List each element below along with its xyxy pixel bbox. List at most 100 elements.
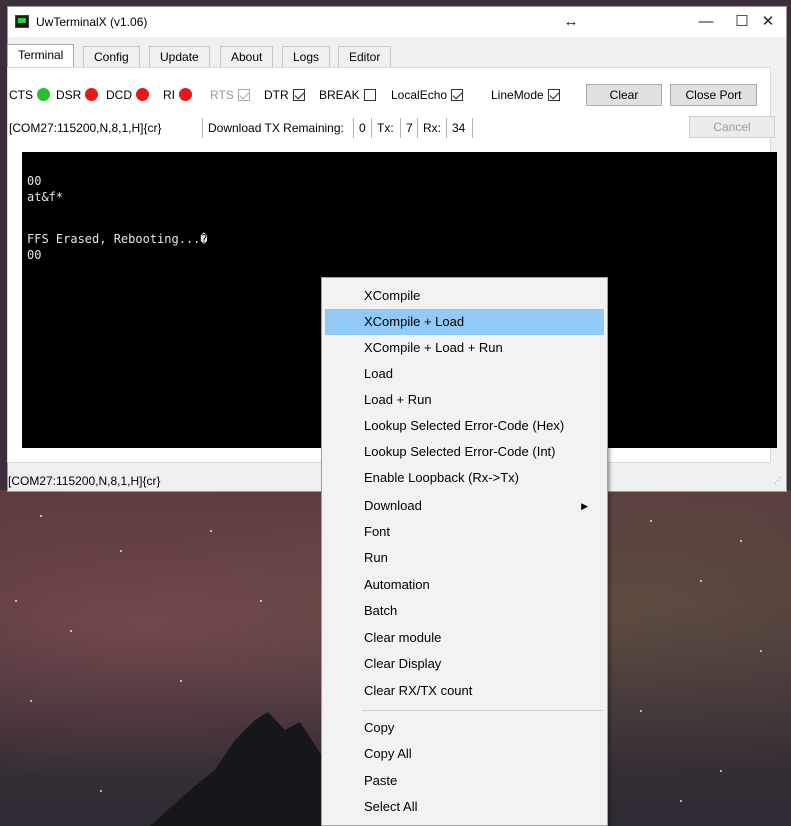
terminal-line: 00 [27,174,42,188]
menu-item-label: Load [364,366,393,381]
menu-item-label: Paste [364,773,398,788]
linemode-label: LineMode [491,88,544,102]
cancel-button[interactable]: Cancel [689,116,775,138]
menu-item-label: XCompile + Load [364,314,465,329]
menu-item-clear-display[interactable]: Clear Display [325,651,604,677]
dsr-indicator: DSR [56,88,99,102]
menu-item-label: Font [364,524,391,539]
separator [400,118,401,138]
context-menu: XCompile XCompile + Load XCompile + Load… [321,277,608,826]
dtr-check-icon [292,89,305,101]
menu-item-label: Batch [364,603,398,618]
download-remaining-value: 0 [359,121,366,135]
tab-about[interactable]: About [220,46,274,67]
menu-item-label: XCompile [364,288,421,303]
ri-led-icon [179,88,192,101]
dtr-label: DTR [264,88,289,102]
menu-item-copy[interactable]: Copy [325,715,604,741]
menu-item-label: Copy All [364,746,412,761]
window-title: UwTerminalX (v1.06) [36,15,148,29]
menu-item-label: Clear Display [364,656,442,671]
menu-item-label: Download [364,498,422,513]
menu-item-lookup-hex[interactable]: Lookup Selected Error-Code (Hex) [325,413,604,439]
break-label: BREAK [319,88,360,102]
separator [446,118,447,138]
terminal-line: FFS Erased, Rebooting...� [27,232,208,246]
menu-item-label: Clear module [364,630,442,645]
close-button[interactable]: ✕ [750,10,786,34]
menu-separator [362,710,603,711]
menu-item-clear-module[interactable]: Clear module [325,625,604,651]
rts-check-icon [237,89,250,101]
rts-checkbox[interactable]: RTS [210,88,250,102]
menu-item-font[interactable]: Font [325,519,604,545]
separator [371,118,372,138]
rx-value: 34 [452,121,466,135]
menu-item-load[interactable]: Load [325,361,604,387]
title-bar[interactable]: UwTerminalX (v1.06) ↔ — ☐ ✕ [8,7,786,37]
menu-item-download[interactable]: Download ▶ [325,493,604,519]
status-text: [COM27:115200,N,8,1,H]{cr} [8,474,161,488]
menu-item-load-run[interactable]: Load + Run [325,387,604,413]
menu-item-label: Run [364,550,388,565]
resize-arrow-icon: ↔ [563,13,579,30]
menu-item-batch[interactable]: Batch [325,598,604,624]
menu-item-xcompile-load-run[interactable]: XCompile + Load + Run [325,335,604,361]
separator [417,118,418,138]
dsr-label: DSR [56,88,82,102]
terminal-line: at&f* [27,190,64,204]
tab-config[interactable]: Config [83,46,140,67]
tab-editor[interactable]: Editor [338,46,392,67]
tab-update[interactable]: Update [149,46,210,67]
localecho-check-icon [451,89,464,101]
menu-item-run[interactable]: Run [325,545,604,571]
ri-label: RI [163,88,175,102]
menu-item-xcompile[interactable]: XCompile [325,283,604,309]
menu-item-label: Enable Loopback (Rx->Tx) [364,470,519,485]
dcd-led-icon [136,88,149,101]
cts-label: CTS [9,88,33,102]
tab-terminal[interactable]: Terminal [7,44,75,67]
download-remaining-label: Download TX Remaining: [208,121,344,135]
rts-label: RTS [210,88,234,102]
menu-item-label: Copy [364,720,395,735]
tab-logs[interactable]: Logs [282,46,331,67]
menu-item-label: XCompile + Load + Run [364,340,503,355]
linemode-check-icon [547,89,560,101]
localecho-label: LocalEcho [391,88,448,102]
terminal-app-icon [15,15,29,28]
minimize-button[interactable]: — [688,10,724,34]
menu-item-label: Lookup Selected Error-Code (Hex) [364,418,565,433]
menu-item-clear-rxtx-count[interactable]: Clear RX/TX count [325,678,604,704]
tx-label: Tx: [377,121,394,135]
menu-item-paste[interactable]: Paste [325,768,604,794]
menu-item-label: Load + Run [364,392,432,407]
menu-item-label: Clear RX/TX count [364,683,473,698]
menu-item-select-all[interactable]: Select All [325,794,604,820]
break-checkbox[interactable]: BREAK [319,88,376,102]
menu-item-copy-all[interactable]: Copy All [325,741,604,767]
cts-indicator: CTS [9,88,50,102]
dcd-label: DCD [106,88,132,102]
menu-item-automation[interactable]: Automation [325,572,604,598]
port-settings: [COM27:115200,N,8,1,H]{cr} [9,121,162,135]
menu-item-lookup-int[interactable]: Lookup Selected Error-Code (Int) [325,439,604,465]
clear-button[interactable]: Clear [586,84,662,106]
menu-item-label: Lookup Selected Error-Code (Int) [364,444,556,459]
close-port-button[interactable]: Close Port [670,84,757,106]
terminal-line: 00 [27,248,42,262]
menu-item-enable-loopback[interactable]: Enable Loopback (Rx->Tx) [325,465,604,491]
menu-item-xcompile-load[interactable]: XCompile + Load [325,309,604,335]
separator [472,118,473,138]
tx-value: 7 [406,121,413,135]
separator [202,118,203,138]
localecho-checkbox[interactable]: LocalEcho [391,88,464,102]
menu-item-label: Automation [364,577,430,592]
dtr-checkbox[interactable]: DTR [264,88,305,102]
cts-led-icon [37,88,50,101]
ri-indicator: RI [163,88,192,102]
menu-item-label: Select All [364,799,418,814]
submenu-arrow-icon: ▶ [581,501,588,511]
linemode-checkbox[interactable]: LineMode [491,88,560,102]
resize-grip-icon[interactable]: ⋰ [774,476,782,485]
